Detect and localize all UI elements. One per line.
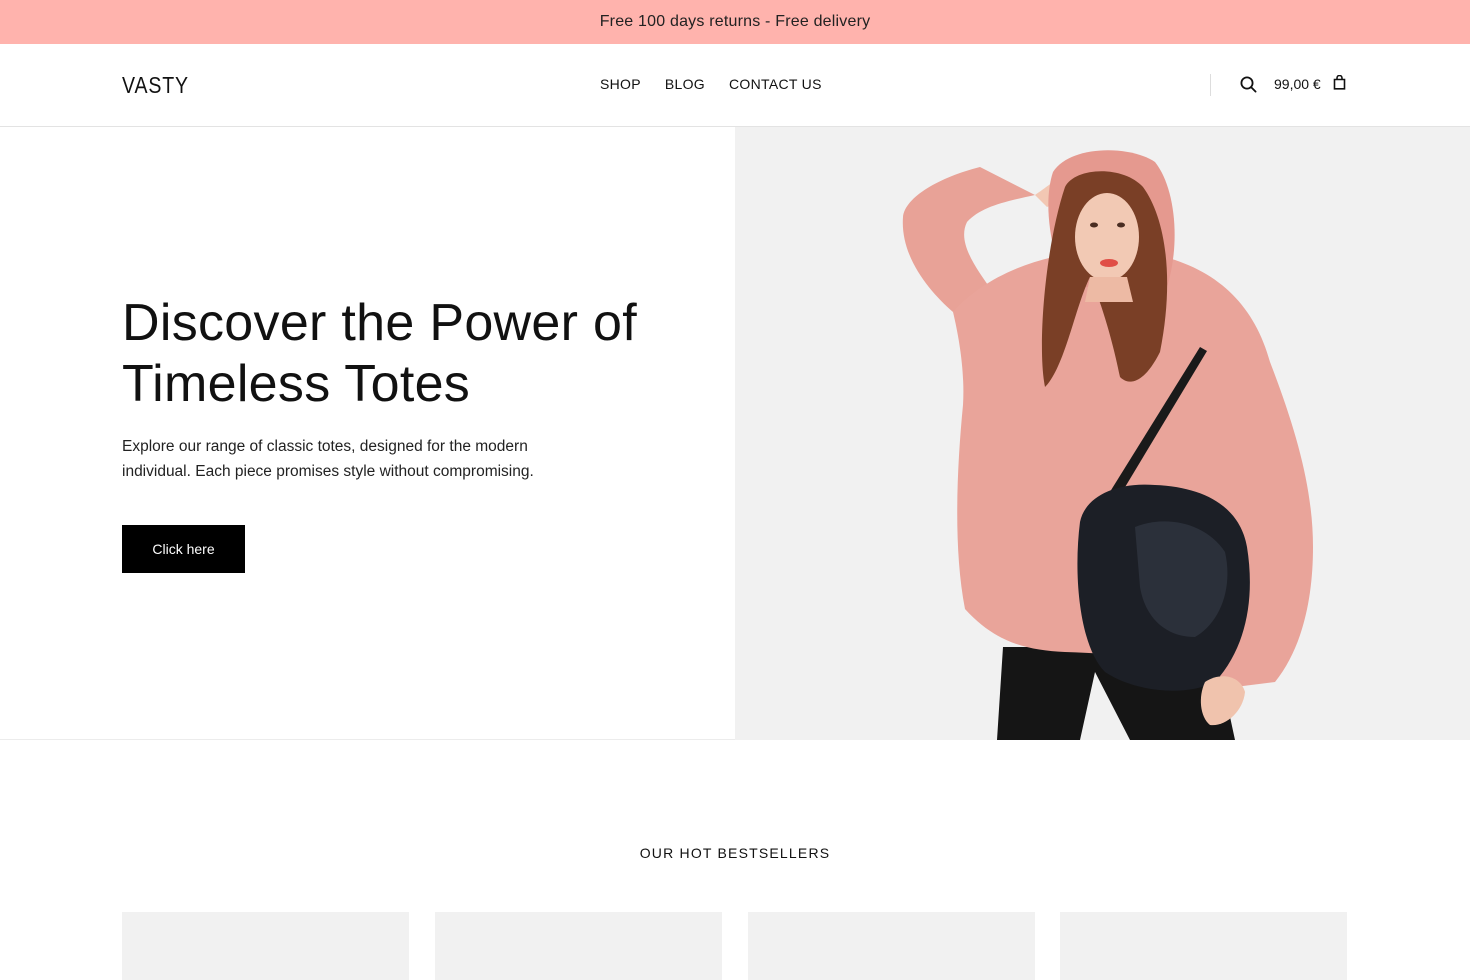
nav-item-contact[interactable]: CONTACT US <box>729 76 822 92</box>
announcement-bar: Free 100 days returns - Free delivery <box>0 0 1470 44</box>
nav-item-shop[interactable]: SHOP <box>600 76 641 92</box>
hero-cta-button[interactable]: Click here <box>122 525 245 573</box>
product-card[interactable] <box>748 912 1035 980</box>
product-card[interactable] <box>1060 912 1347 980</box>
main-nav: SHOP BLOG CONTACT US <box>600 76 822 92</box>
brand-logo[interactable]: VASTY <box>122 72 189 99</box>
shopping-bag-icon[interactable] <box>1333 75 1346 90</box>
hero-section: Discover the Power of Timeless Totes Exp… <box>0 127 1470 740</box>
announcement-text: Free 100 days returns - Free delivery <box>599 13 871 30</box>
hero-model-illustration <box>735 127 1470 740</box>
product-card[interactable] <box>122 912 409 980</box>
search-icon[interactable] <box>1240 76 1257 93</box>
site-header: VASTY SHOP BLOG CONTACT US 99,00 € <box>0 44 1470 127</box>
hero-title: Discover the Power of Timeless Totes <box>122 294 637 413</box>
cart-total[interactable]: 99,00 € <box>1274 76 1321 92</box>
hero-description: Explore our range of classic totes, desi… <box>122 438 534 480</box>
header-divider <box>1210 74 1211 96</box>
product-card[interactable] <box>435 912 722 980</box>
nav-item-blog[interactable]: BLOG <box>665 76 705 92</box>
hero-image <box>735 127 1470 740</box>
bestsellers-title: OUR HOT BESTSELLERS <box>639 845 831 861</box>
